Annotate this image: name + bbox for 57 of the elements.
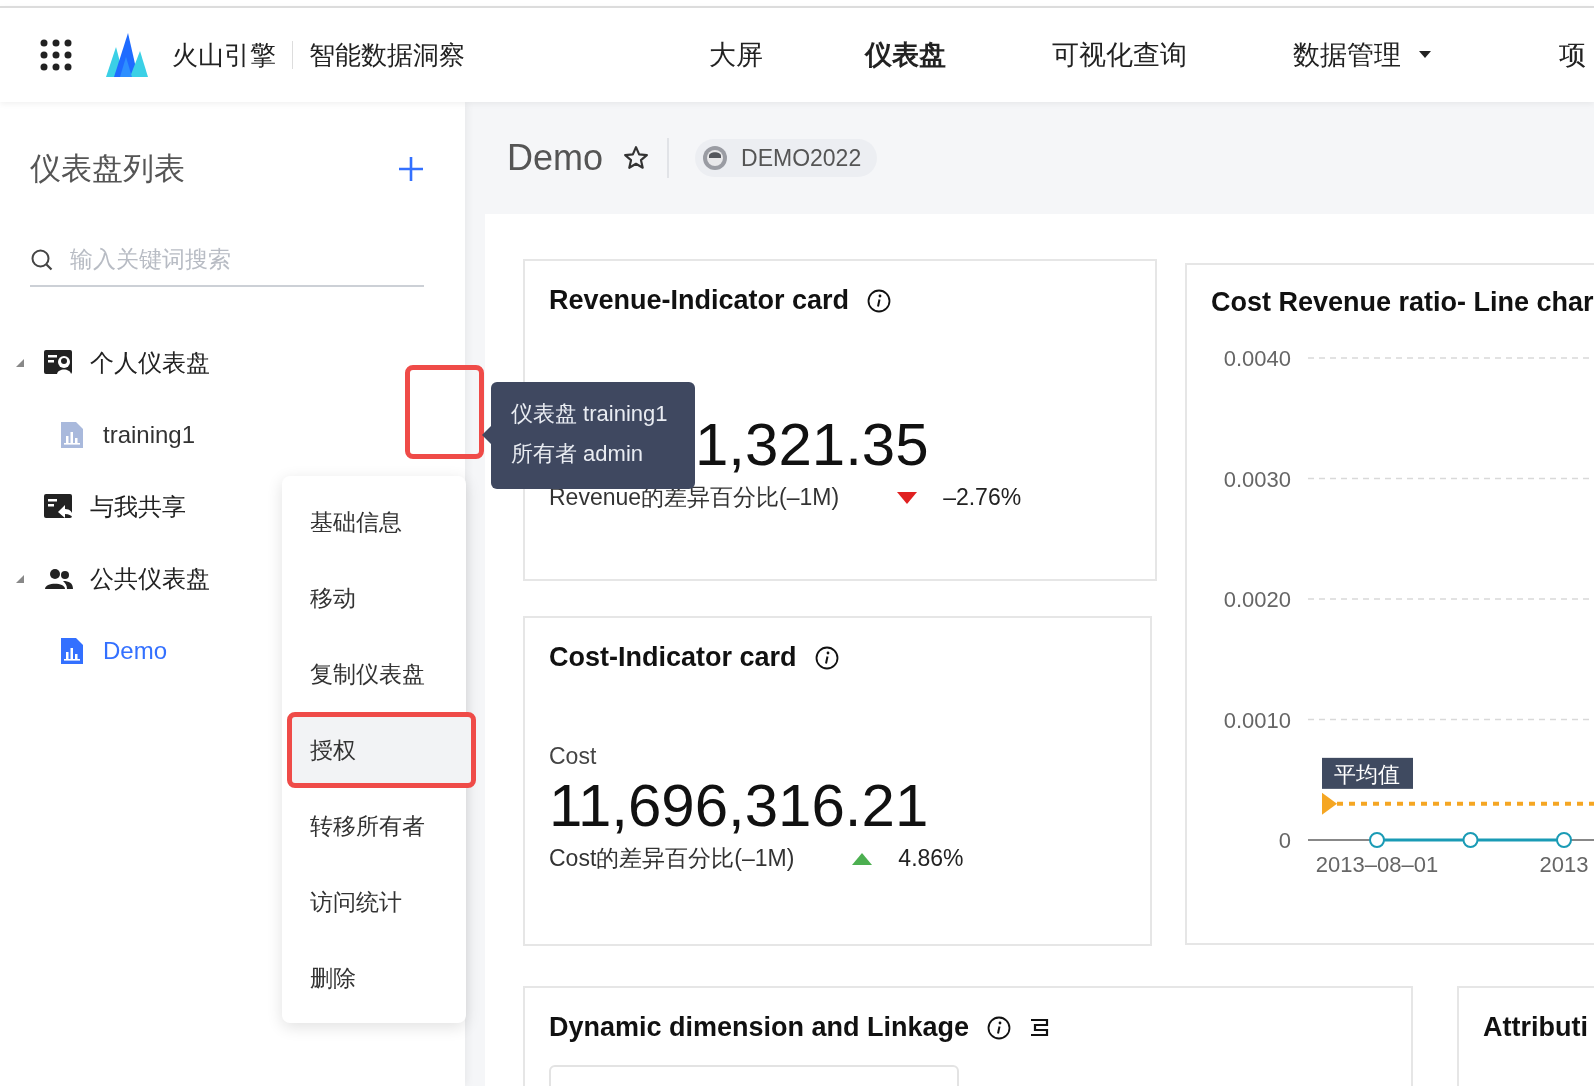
average-tag: 平均值	[1322, 757, 1413, 789]
card-title: Attributi	[1483, 1012, 1588, 1043]
add-icon[interactable]	[398, 156, 424, 182]
change-value: 4.86%	[898, 845, 964, 872]
avatar-icon	[703, 146, 728, 170]
menu-item[interactable]: 复制仪表盘	[282, 636, 466, 712]
axis-label: 0.0020	[1223, 587, 1291, 612]
axis-label: 2013–08–01	[1315, 852, 1439, 877]
ref-line-label: 平均值	[1334, 761, 1400, 787]
search-icon	[30, 247, 54, 272]
menu-item[interactable]: 移动	[282, 560, 466, 636]
dashboard-title: Demo	[507, 137, 604, 179]
menu-item[interactable]: 转移所有者	[282, 788, 466, 864]
share-board-icon	[44, 494, 74, 520]
axis-label: 0.0040	[1223, 346, 1291, 371]
caret-icon	[1419, 51, 1431, 59]
tooltip-text: 所有者 admin	[511, 440, 645, 468]
axis-label: 0	[1278, 828, 1291, 853]
info-icon[interactable]	[814, 645, 839, 670]
menu-item[interactable]: 基础信息	[282, 484, 466, 560]
metric-label: Cost	[549, 743, 598, 770]
info-icon[interactable]	[867, 288, 892, 313]
metric-value: 11,696,316.21	[549, 774, 930, 837]
star-icon[interactable]	[623, 145, 650, 171]
sidebar-title: 仪表盘列表	[30, 150, 185, 188]
chart-file-icon	[61, 422, 83, 448]
axis-label: 2013	[1539, 852, 1589, 877]
chart-file-icon	[61, 638, 83, 664]
people-icon	[44, 567, 74, 591]
person-board-icon	[44, 350, 74, 376]
info-icon[interactable]	[987, 1015, 1012, 1040]
nav-tab[interactable]: 项	[1559, 37, 1586, 73]
nav-tab[interactable]: 数据管理	[1293, 37, 1431, 73]
app-grid-icon[interactable]	[40, 39, 72, 71]
tree-folder[interactable]: 个人仪表盘	[10, 327, 465, 399]
menu-item[interactable]: 授权	[287, 712, 476, 788]
metric-value: 1,321.35	[695, 413, 930, 476]
owner-chip[interactable]: DEMO2022	[695, 139, 878, 177]
nav-tab[interactable]: 可视化查询	[1052, 37, 1187, 73]
nav-tab[interactable]: 仪表盘	[865, 37, 946, 73]
product-name: 智能数据洞察	[309, 38, 465, 72]
card-title: Revenue-Indicator card	[549, 285, 850, 316]
tooltip-text: 仪表盘 training1	[511, 400, 669, 428]
axis-label: 0.0030	[1223, 466, 1291, 492]
pointer-icon	[1322, 792, 1337, 815]
menu-item[interactable]: 访问统计	[282, 864, 466, 940]
brand-name: 火山引擎	[172, 38, 276, 72]
comparison-label: Cost的差异百分比(–1M)	[549, 844, 795, 873]
card-title: Cost Revenue ratio- Line char	[1210, 287, 1594, 318]
mountain-logo-icon	[106, 33, 148, 77]
search-field[interactable]: 输入关键词搜索	[70, 246, 424, 273]
card-title: Cost-Indicator card	[549, 642, 797, 673]
nav-tab[interactable]: 大屏	[709, 37, 763, 73]
card-title: Dynamic dimension and Linkage	[549, 1012, 970, 1043]
menu-item[interactable]: 删除	[282, 940, 466, 1016]
change-value: –2.76%	[943, 484, 1022, 511]
axis-label: 0.0010	[1223, 707, 1291, 733]
